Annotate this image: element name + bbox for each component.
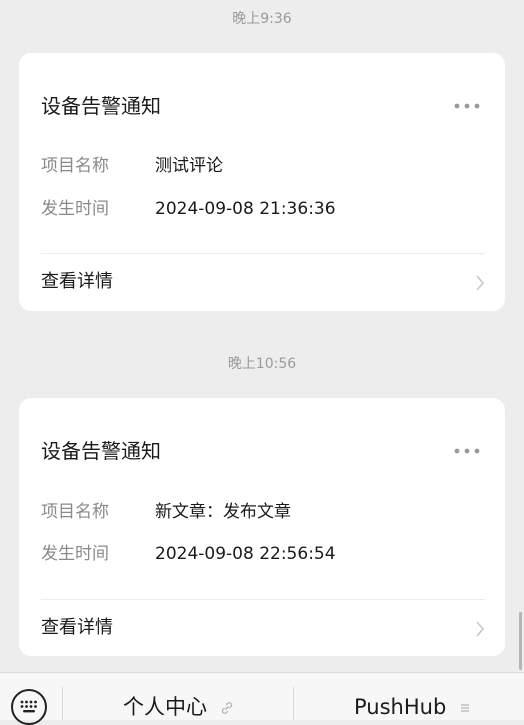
- scrollbar[interactable]: [519, 612, 522, 670]
- view-details-label: 查看详情: [41, 271, 113, 292]
- menu-lines-icon: [460, 704, 469, 712]
- menu-item-label: PushHub: [354, 695, 447, 719]
- menu-separator: [62, 687, 63, 720]
- message-time: 晚上9:36: [232, 11, 292, 27]
- more-icon[interactable]: [453, 447, 481, 455]
- keyboard-icon: [20, 700, 37, 713]
- menu-item-pushhub[interactable]: PushHub: [354, 693, 471, 721]
- alert-card: 设备告警通知 项目名称 测试评论 发生时间 2024-09-08 21:36:3…: [19, 53, 505, 311]
- view-details-link[interactable]: 查看详情: [19, 600, 505, 658]
- field-label-project-name: 项目名称: [41, 502, 109, 522]
- card-title: 设备告警通知: [41, 439, 161, 463]
- bottom-menu-bar: 个人中心 PushHub: [0, 672, 524, 725]
- field-value-occurred-time: 2024-09-08 22:56:54: [155, 544, 336, 564]
- keyboard-toggle-button[interactable]: [11, 689, 47, 725]
- menu-item-personal-center[interactable]: 个人中心: [123, 693, 234, 721]
- view-details-link[interactable]: 查看详情: [19, 254, 505, 312]
- field-label-occurred-time: 发生时间: [41, 544, 109, 564]
- view-details-label: 查看详情: [41, 617, 113, 638]
- field-label-occurred-time: 发生时间: [41, 199, 109, 219]
- menu-item-label: 个人中心: [123, 695, 207, 719]
- chevron-right-icon: [476, 275, 485, 291]
- field-label-project-name: 项目名称: [41, 156, 109, 176]
- alert-card: 设备告警通知 项目名称 新文章：发布文章 发生时间 2024-09-08 22:…: [19, 398, 505, 656]
- chevron-right-icon: [476, 621, 485, 637]
- field-value-project-name: 测试评论: [155, 156, 223, 176]
- message-time: 晚上10:56: [227, 356, 297, 372]
- card-title: 设备告警通知: [41, 94, 161, 118]
- field-value-occurred-time: 2024-09-08 21:36:36: [155, 199, 336, 219]
- field-value-project-name: 新文章：发布文章: [155, 502, 291, 522]
- more-icon[interactable]: [453, 102, 481, 110]
- link-icon: [221, 702, 232, 714]
- menu-separator: [293, 687, 294, 720]
